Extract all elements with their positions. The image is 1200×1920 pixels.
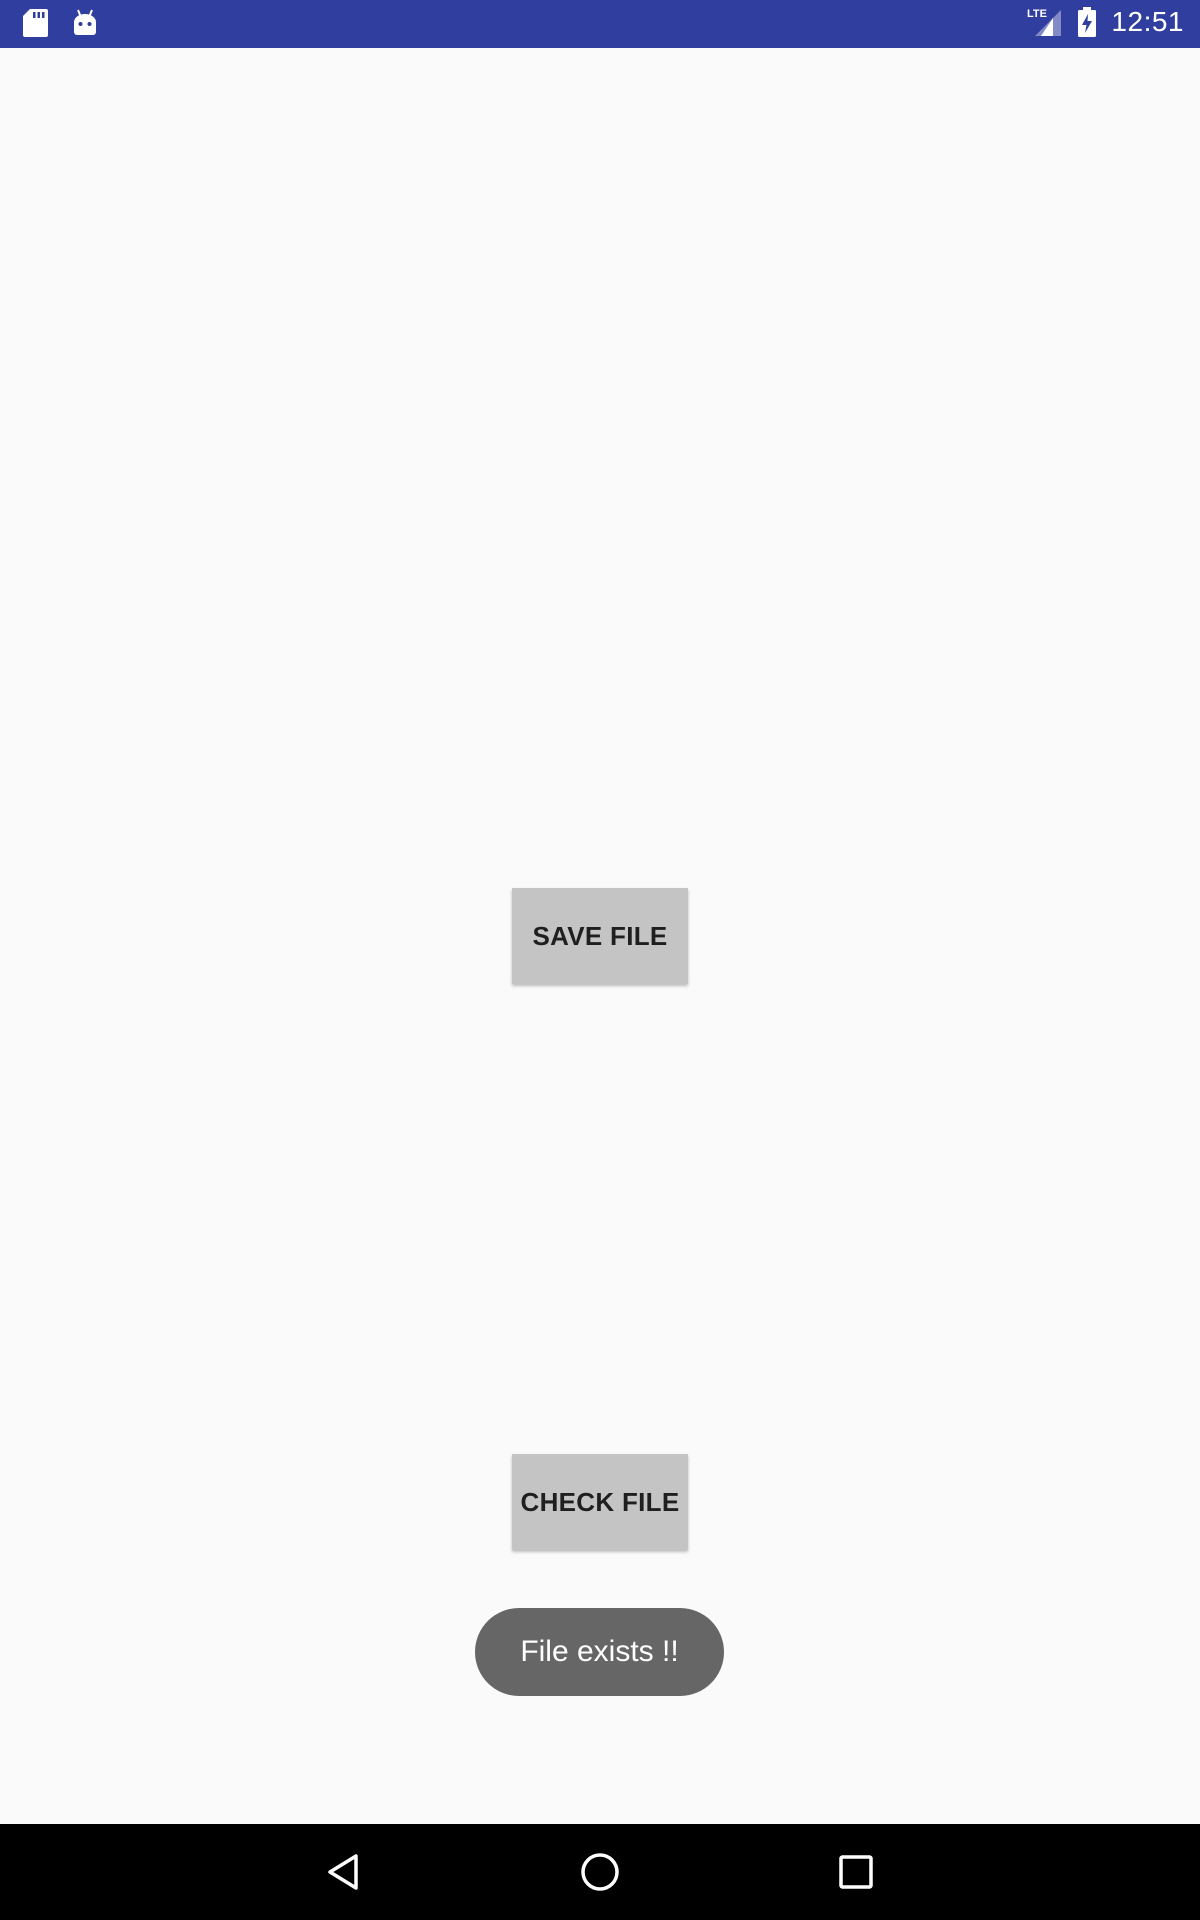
sd-card-icon <box>22 8 48 38</box>
recents-button[interactable] <box>832 1848 880 1896</box>
battery-charging-icon <box>1077 6 1097 38</box>
toast-message: File exists !! <box>475 1608 724 1696</box>
status-time: 12:51 <box>1111 6 1184 37</box>
check-file-button[interactable]: CHECK FILE <box>512 1454 688 1550</box>
recents-icon <box>838 1854 874 1890</box>
back-button[interactable] <box>320 1848 368 1896</box>
home-button[interactable] <box>576 1848 624 1896</box>
app-screen: LTE 12:51 SAVE FILE CHECK FILE File exis… <box>0 0 1200 1920</box>
system-icons: LTE 12:51 <box>1027 6 1184 38</box>
home-icon <box>579 1851 621 1893</box>
status-bar: LTE 12:51 <box>0 0 1200 48</box>
svg-text:LTE: LTE <box>1027 8 1047 20</box>
android-debug-icon <box>72 8 98 38</box>
lte-signal-icon: LTE <box>1027 6 1063 38</box>
save-file-button[interactable]: SAVE FILE <box>512 888 688 984</box>
back-icon <box>324 1852 364 1892</box>
navigation-bar <box>0 1824 1200 1920</box>
notification-icons <box>22 8 98 38</box>
